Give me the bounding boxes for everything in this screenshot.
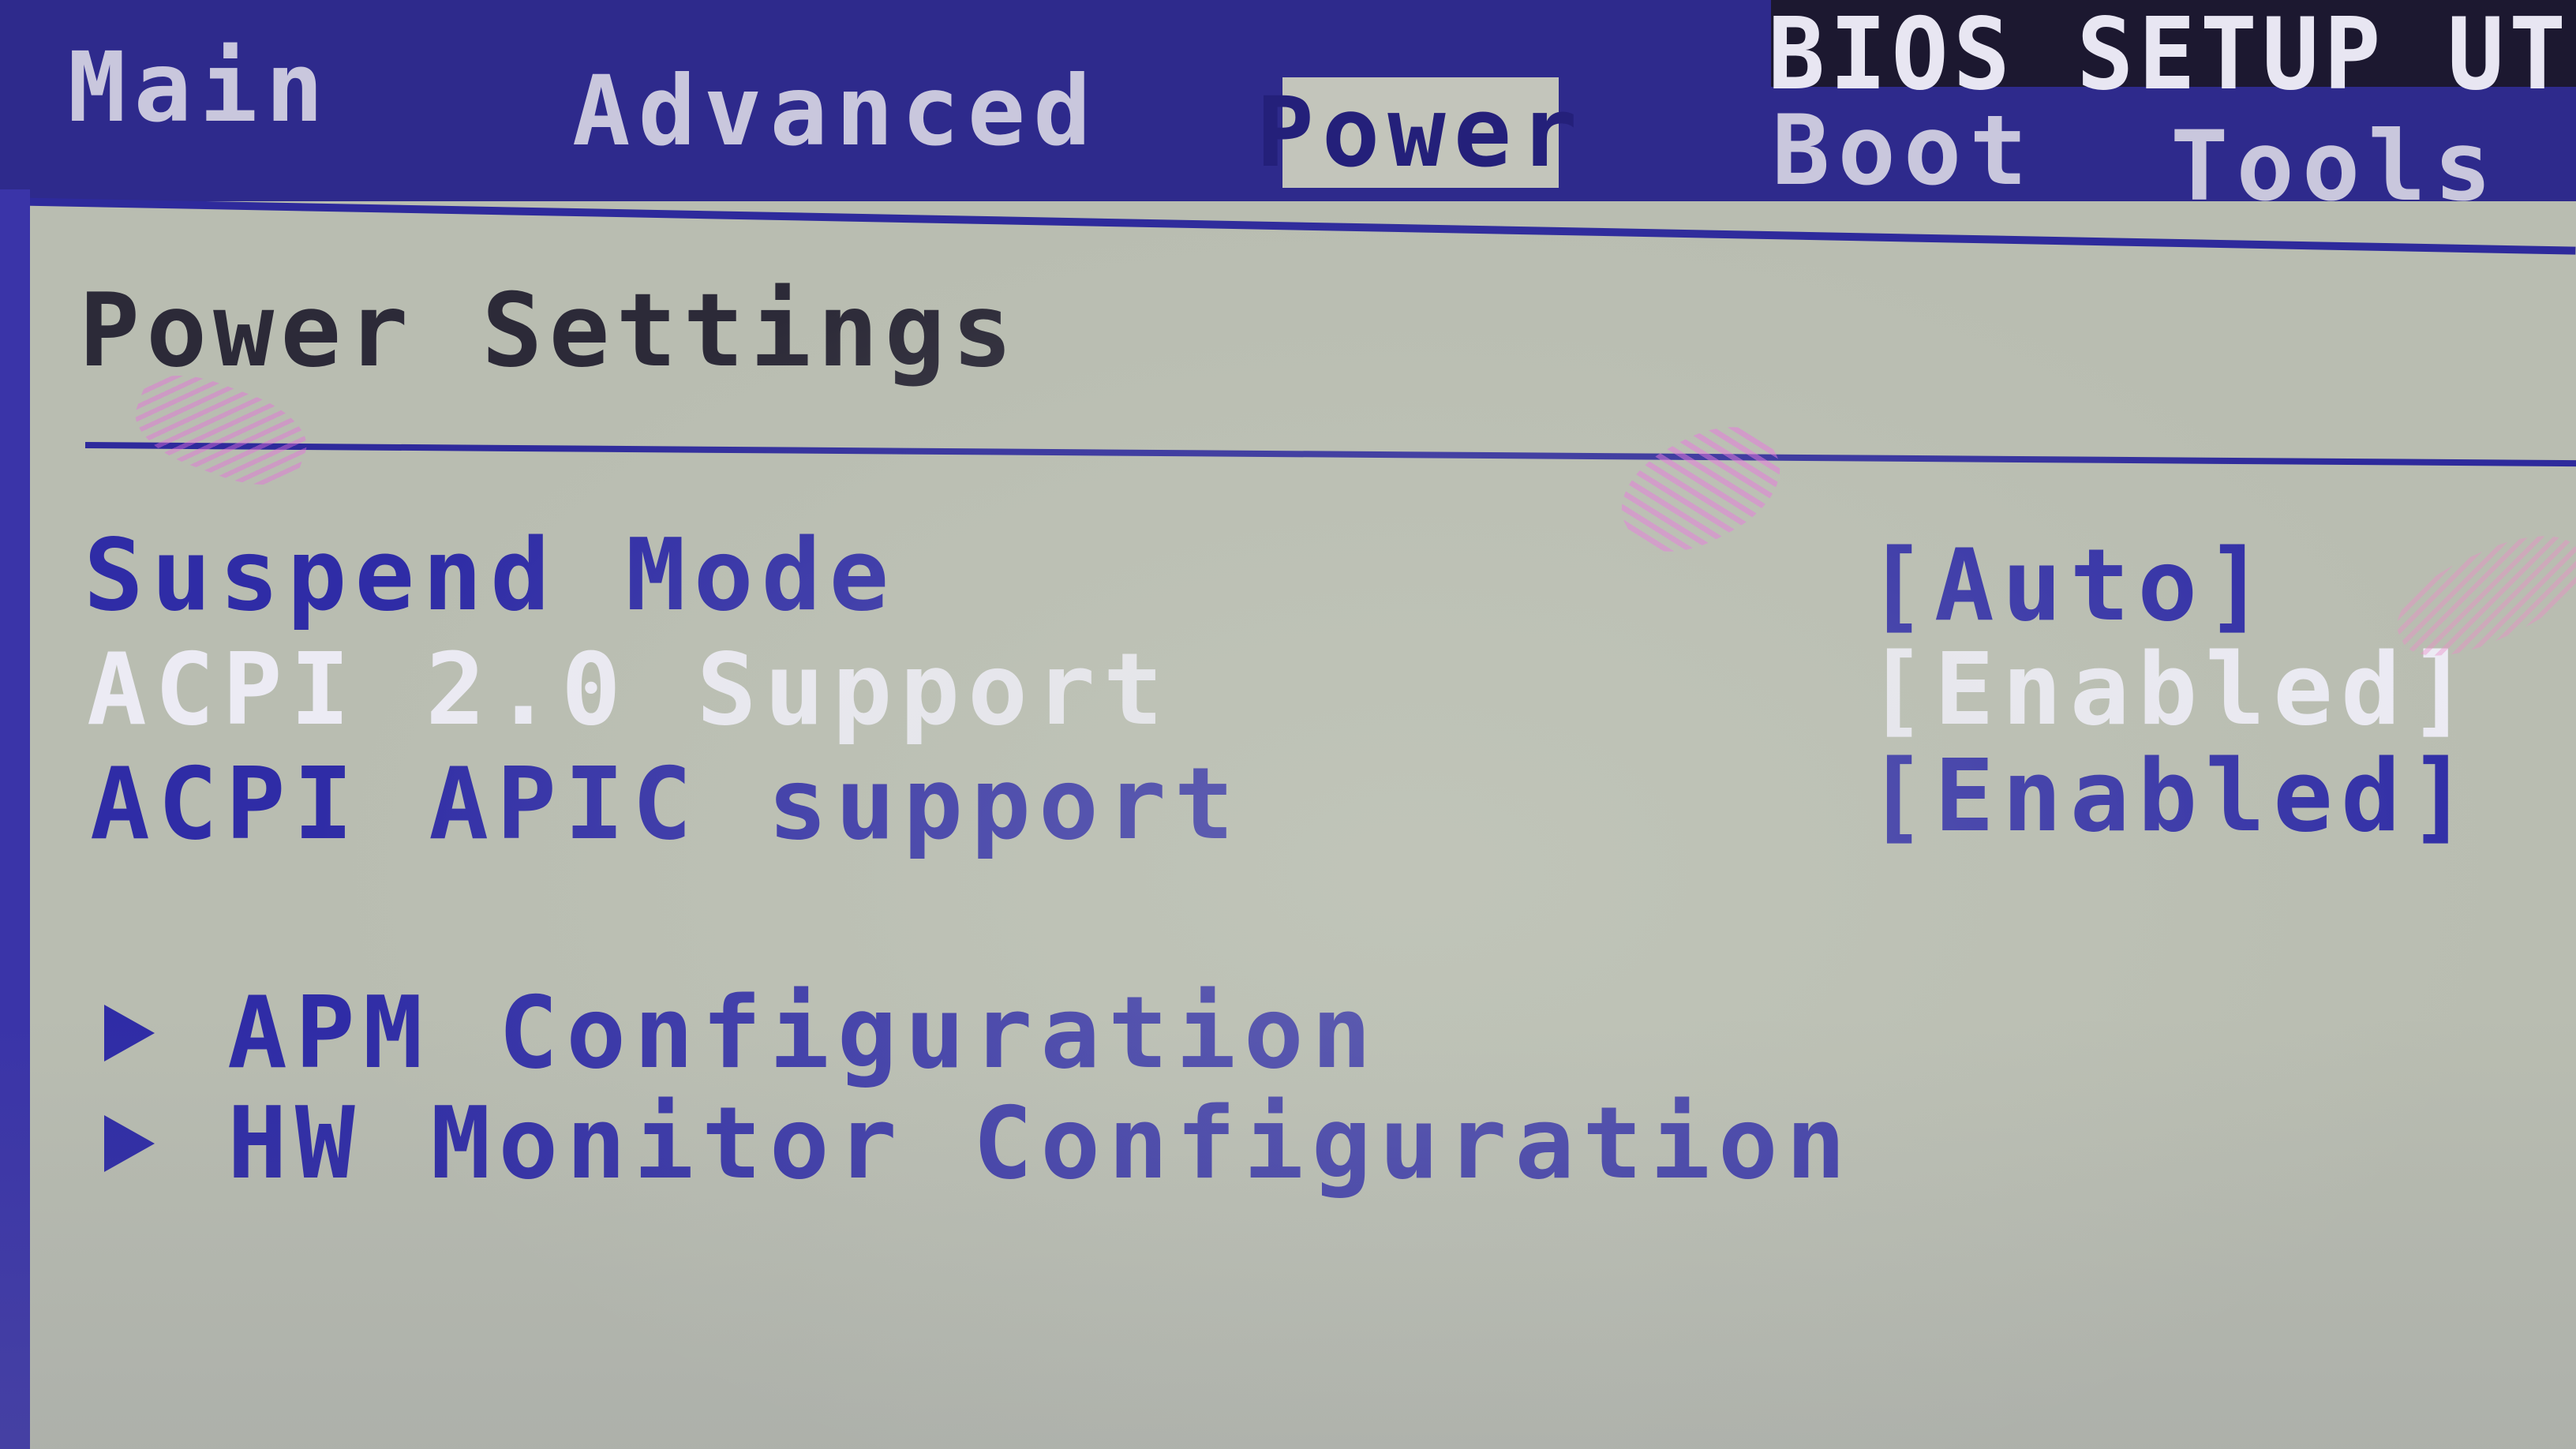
submenu-apm-configuration[interactable]: APM Configuration: [104, 975, 1380, 1091]
submenu-label: HW Monitor Configuration: [227, 1085, 1854, 1201]
tab-boot[interactable]: Boot: [1772, 95, 2035, 207]
page-title: Power Settings: [79, 272, 1019, 390]
arrow-right-icon: [104, 1115, 155, 1173]
tab-advanced[interactable]: Advanced: [572, 55, 1099, 167]
setting-acpi-2-support-value[interactable]: [Enabled]: [1866, 631, 2477, 747]
setting-acpi-apic-support[interactable]: ACPI APIC support: [90, 746, 1242, 862]
bios-screen: BIOS SETUP UTILIT Main Advanced Power Bo…: [0, 0, 2576, 1449]
setting-suspend-mode[interactable]: Suspend Mode: [84, 517, 897, 633]
submenu-hw-monitor-configuration[interactable]: HW Monitor Configuration: [104, 1085, 1854, 1201]
setting-suspend-mode-value[interactable]: [Auto]: [1866, 527, 2273, 643]
panel-left-border: [0, 189, 30, 1449]
setting-acpi-apic-support-value[interactable]: [Enabled]: [1866, 738, 2477, 854]
tab-power[interactable]: Power: [1256, 77, 1577, 189]
setting-acpi-2-support[interactable]: ACPI 2.0 Support: [87, 631, 1171, 747]
screen-glare: [1603, 405, 1799, 574]
arrow-right-icon: [104, 1005, 155, 1062]
tab-main[interactable]: Main: [68, 32, 331, 144]
submenu-label: APM Configuration: [227, 975, 1380, 1091]
tab-tools[interactable]: Tools: [2170, 110, 2499, 223]
title-divider: [84, 442, 2576, 467]
